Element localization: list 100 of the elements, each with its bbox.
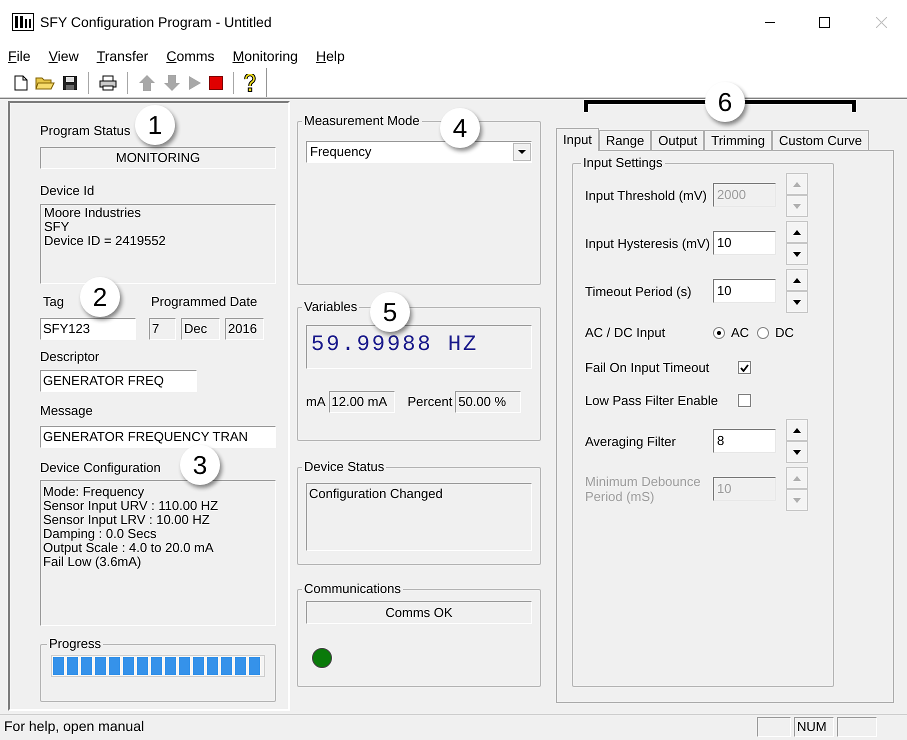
tab[interactable]: Trimming bbox=[704, 130, 772, 150]
tag-field[interactable]: SFY123 bbox=[40, 318, 136, 340]
menu-item[interactable]: Monitoring bbox=[224, 46, 307, 66]
spin-down-button[interactable] bbox=[786, 291, 808, 313]
window-title: SFY Configuration Program - Untitled bbox=[40, 12, 272, 32]
tab[interactable]: Input bbox=[556, 128, 599, 151]
month-field: Dec bbox=[181, 318, 220, 340]
setting-label: AC / DC Input bbox=[585, 324, 666, 342]
mode-dropdown[interactable]: Frequency bbox=[306, 141, 532, 163]
text-line: Fail Low (3.6mA) bbox=[43, 555, 142, 569]
field-label: Program Status bbox=[40, 122, 130, 140]
spin-up-button[interactable] bbox=[786, 221, 808, 243]
group-title: Variables bbox=[303, 299, 358, 315]
radio-button[interactable] bbox=[713, 327, 725, 339]
text-line: Sensor Input LRV : 10.00 HZ bbox=[43, 513, 211, 527]
text-line: Mode: Frequency bbox=[43, 485, 146, 499]
callout-number: 5 bbox=[370, 292, 410, 332]
dropdown-arrow-icon bbox=[518, 150, 526, 154]
setting-label: Timeout Period (s) bbox=[585, 284, 692, 298]
field-label: Percent bbox=[408, 393, 452, 412]
spin-up-button[interactable] bbox=[786, 419, 808, 441]
field-label: Descriptor bbox=[40, 348, 100, 366]
day-field: 7 bbox=[149, 318, 176, 340]
text-line: Device ID = 2419552 bbox=[44, 234, 167, 248]
setting-label: Fail On Input Timeout bbox=[585, 358, 710, 377]
setting-label: Averaging Filter bbox=[585, 434, 677, 448]
tab[interactable]: Custom Curve bbox=[772, 130, 870, 150]
down-triangle-icon bbox=[793, 300, 801, 304]
radio-label: DC bbox=[775, 324, 794, 342]
callout-number: 1 bbox=[135, 105, 175, 145]
number-field[interactable]: 10 bbox=[713, 279, 776, 303]
spin-down-button[interactable] bbox=[786, 441, 808, 463]
group-title: Communications bbox=[303, 581, 402, 597]
group-title: Device Status bbox=[303, 459, 386, 475]
up-triangle-icon bbox=[793, 278, 801, 282]
percent-field: 50.00 % bbox=[455, 391, 522, 413]
checkbox[interactable] bbox=[738, 394, 751, 407]
maximize-icon bbox=[818, 16, 830, 28]
status-text: For help, open manual bbox=[4, 717, 144, 736]
field-label: Tag bbox=[42, 293, 64, 311]
ma-field: 12.00 mA bbox=[328, 391, 394, 413]
device-status-box: Configuration Changed bbox=[306, 483, 532, 551]
number-field[interactable]: 8 bbox=[713, 429, 776, 453]
year-field: 2016 bbox=[225, 318, 264, 340]
menu-item[interactable]: View bbox=[40, 46, 88, 66]
menu-item[interactable]: Transfer bbox=[88, 46, 158, 66]
folder-icon[interactable] bbox=[35, 74, 55, 90]
status-pane bbox=[757, 716, 791, 736]
check-icon bbox=[740, 364, 749, 372]
setting-label: Input Threshold (mV) bbox=[585, 188, 708, 202]
spin-up-button[interactable] bbox=[786, 269, 808, 291]
radio-button[interactable] bbox=[757, 327, 770, 339]
up-triangle-icon bbox=[793, 230, 801, 234]
radio-label: AC bbox=[731, 324, 750, 342]
field-label: mA bbox=[306, 393, 326, 412]
setting-label: Input Hysteresis (mV) bbox=[585, 236, 711, 250]
up-triangle-icon bbox=[793, 182, 801, 186]
question-mark-icon[interactable] bbox=[244, 74, 256, 92]
down-triangle-icon bbox=[793, 252, 801, 256]
descriptor-field[interactable]: GENERATOR FREQ bbox=[40, 370, 197, 392]
new-file-icon[interactable] bbox=[14, 74, 28, 90]
text-line: Sensor Input URV : 110.00 HZ bbox=[43, 499, 220, 513]
group-title: Input Settings bbox=[582, 155, 664, 171]
down-triangle-icon bbox=[793, 204, 801, 208]
callout-number: 4 bbox=[440, 108, 480, 148]
close-icon bbox=[876, 16, 886, 28]
group-title: Progress bbox=[48, 636, 102, 652]
reading-display: 59.99988 HZ bbox=[306, 325, 532, 369]
menu-item[interactable]: Help bbox=[306, 46, 354, 66]
text-line: Moore Industries bbox=[44, 206, 142, 220]
text-line: SFY bbox=[44, 220, 70, 234]
tab[interactable]: Range bbox=[598, 130, 652, 150]
menu-item[interactable]: File bbox=[2, 46, 40, 66]
comms-status-display: Comms OK bbox=[306, 601, 532, 624]
number-field[interactable]: 10 bbox=[713, 231, 776, 255]
field-label: Device Id bbox=[40, 182, 96, 200]
spin-down-button[interactable] bbox=[786, 243, 808, 265]
num-lock-indicator: NUM bbox=[794, 716, 834, 736]
status-pane bbox=[837, 716, 877, 736]
down-triangle-icon bbox=[793, 498, 801, 502]
callout-number: 3 bbox=[180, 445, 220, 485]
printer-icon[interactable] bbox=[99, 74, 117, 90]
stop-icon[interactable] bbox=[209, 76, 223, 90]
up-triangle-icon bbox=[793, 476, 801, 480]
text-line: Output Scale : 4.0 to 20.0 mA bbox=[43, 541, 215, 555]
app-logo-icon bbox=[12, 13, 34, 31]
up-triangle-icon bbox=[793, 428, 801, 432]
tab[interactable]: Output bbox=[651, 130, 704, 150]
field-label: Device Configuration bbox=[40, 458, 161, 477]
status-display: MONITORING bbox=[40, 146, 276, 168]
field-label: Message bbox=[40, 402, 94, 420]
down-triangle-icon bbox=[793, 450, 801, 454]
menu-item[interactable]: Comms bbox=[157, 46, 224, 66]
text-line: Damping : 0.0 Secs bbox=[43, 527, 158, 541]
callout-number: 2 bbox=[80, 277, 120, 317]
setting-label: Low Pass Filter Enable bbox=[585, 392, 719, 410]
checkbox[interactable] bbox=[738, 361, 751, 374]
message-field[interactable]: GENERATOR FREQUENCY TRAN bbox=[40, 426, 276, 448]
group-title: Measurement Mode bbox=[303, 113, 421, 129]
setting-label: Minimum Debounce Period (mS) bbox=[585, 474, 702, 504]
